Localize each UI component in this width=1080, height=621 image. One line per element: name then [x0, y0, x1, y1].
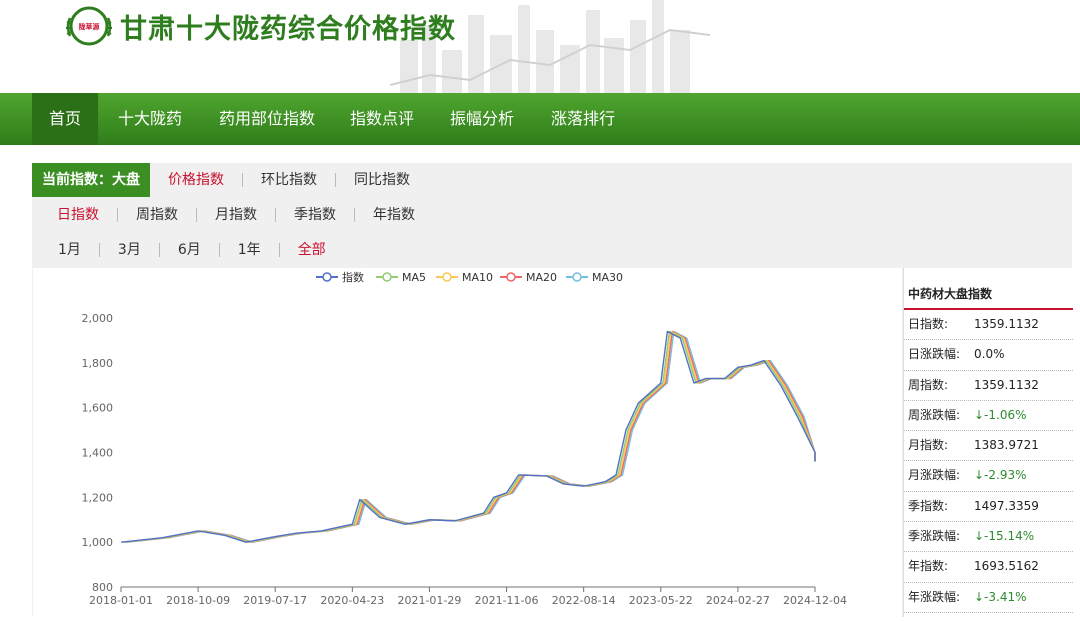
summary-label: 月涨跌幅: [908, 468, 961, 483]
option-weekly-index[interactable]: 周指数 [117, 208, 196, 222]
summary-row: 年涨跌幅: ↓-3.41% [904, 583, 1073, 613]
current-index-label: 当前指数：大盘 [32, 163, 150, 197]
x-tick-label: 2024-12-04 [783, 594, 847, 607]
summary-row: 季涨跌幅: ↓-15.14% [904, 522, 1073, 553]
summary-row: 日涨跌幅: 0.0% [904, 340, 1073, 371]
summary-label: 年指数: [908, 559, 949, 574]
svg-text:陇草源: 陇草源 [79, 22, 100, 31]
option-daily-index[interactable]: 日指数 [39, 208, 117, 222]
range-all[interactable]: 全部 [278, 243, 344, 257]
summary-value: 1693.5162 [974, 559, 1039, 574]
x-tick-label: 2020-04-23 [320, 594, 384, 607]
x-tick-label: 2021-01-29 [397, 594, 461, 607]
summary-label: 周涨跌幅: [908, 407, 961, 422]
series-line-index [120, 330, 816, 543]
index-type-row: 当前指数：大盘 价格指数 环比指数 同比指数 [32, 163, 428, 197]
legend-label: MA5 [402, 271, 426, 284]
legend-marker [442, 272, 452, 282]
summary-label: 日指数: [908, 317, 949, 331]
option-monthly-index[interactable]: 月指数 [196, 208, 275, 222]
summary-value: ↓-15.14% [974, 529, 1035, 544]
legend-label: MA30 [592, 271, 623, 284]
index-summary-panel: 中药材大盘指数 日指数: 1359.1132 日涨跌幅: 0.0% 周指数: 1359.1… [903, 268, 1073, 617]
summary-label: 季指数: [908, 498, 949, 513]
summary-row: 年指数: 1693.5162 [904, 552, 1073, 583]
logo-emblem-icon: 陇草源 [66, 6, 112, 46]
summary-value: ↓-2.93% [974, 468, 1027, 483]
series-line-ma [122, 330, 816, 543]
site-title: 甘肃十大陇药综合价格指数 [120, 14, 456, 45]
period-row: 日指数 周指数 月指数 季指数 年指数 [39, 199, 433, 231]
summary-label: 季涨跌幅: [908, 529, 961, 544]
option-yearly-index[interactable]: 年指数 [354, 208, 433, 222]
y-tick-label: 2,000 [82, 312, 114, 325]
x-tick-label: 2021-11-06 [475, 594, 539, 607]
option-price-index[interactable]: 价格指数 [150, 173, 242, 187]
x-tick-label: 2023-05-22 [629, 594, 693, 607]
summary-row: 日指数: 1359.1132 [904, 310, 1073, 341]
summary-row: 季指数: 1497.3359 [904, 492, 1073, 523]
summary-value: 1497.3359 [974, 498, 1039, 513]
summary-row: 周涨跌幅: ↓-1.06% [904, 401, 1073, 432]
legend-label: 指数 [342, 270, 364, 284]
nav-part-index[interactable]: 药用部位指数 [219, 93, 315, 145]
summary-label: 年涨跌幅: [908, 589, 961, 604]
option-chain-index[interactable]: 环比指数 [242, 173, 335, 187]
y-tick-label: 1,800 [82, 357, 114, 370]
summary-row: 月涨跌幅: ↓-2.93% [904, 461, 1073, 492]
chart-legend: 指数 MA5 MA10 MA20 MA30 [316, 270, 623, 284]
y-axis: 800 1,000 1,200 1,400 1,600 1,800 2,000 [82, 312, 114, 594]
site-header: 陇草源 甘肃十大陇药综合价格指数 [0, 0, 1080, 93]
nav-top-ten-herbs[interactable]: 十大陇药 [118, 93, 182, 145]
summary-label: 日涨跌幅: [908, 347, 961, 362]
y-tick-label: 1,400 [82, 447, 114, 460]
option-yoy-index[interactable]: 同比指数 [335, 173, 428, 187]
nav-change-ranking[interactable]: 涨落排行 [551, 93, 615, 145]
summary-title: 中药材大盘指数 [904, 268, 1073, 310]
series-line-ma [125, 330, 816, 543]
summary-label: 周指数: [908, 377, 949, 392]
summary-value: ↓-1.06% [974, 407, 1027, 422]
y-tick-label: 800 [92, 581, 113, 594]
summary-value: 1359.1132 [974, 317, 1039, 331]
summary-value: ↓-3.41% [974, 589, 1027, 604]
chart-container[interactable]: 指数 MA5 MA10 MA20 MA30 800 1,000 1,200 1,400 1,60… [33, 268, 902, 617]
main-nav: 首页 十大陇药 药用部位指数 指数点评 振幅分析 涨落排行 [0, 93, 1080, 145]
price-index-chart[interactable]: 指数 MA5 MA10 MA20 MA30 800 1,000 1,200 1,400 1,60… [33, 268, 902, 617]
range-row: 1月 3月 6月 1年 全部 [40, 234, 344, 266]
series-lines [120, 330, 816, 543]
summary-row: 周指数: 1359.1132 [904, 371, 1073, 401]
nav-index-review[interactable]: 指数点评 [350, 93, 414, 145]
y-tick-label: 1,200 [82, 491, 114, 504]
x-tick-label: 2022-08-14 [552, 594, 616, 607]
summary-value: 0.0% [974, 347, 1005, 362]
legend-marker [322, 272, 332, 282]
x-tick-label: 2019-07-17 [243, 594, 307, 607]
option-quarterly-index[interactable]: 季指数 [275, 208, 354, 222]
series-line-ma [124, 330, 816, 543]
summary-value: 1383.9721 [974, 438, 1039, 453]
x-tick-label: 2018-10-09 [166, 594, 230, 607]
y-tick-label: 1,000 [82, 536, 114, 549]
nav-home[interactable]: 首页 [32, 93, 98, 145]
legend-marker [506, 272, 516, 282]
summary-label: 月指数: [908, 438, 949, 453]
x-axis: 2018-01-01 2018-10-09 2019-07-17 2020-04-23… [89, 586, 847, 607]
x-tick-label: 2018-01-01 [89, 594, 153, 607]
legend-marker [382, 272, 392, 282]
x-tick-label: 2024-02-27 [706, 594, 770, 607]
series-line-ma [127, 330, 816, 543]
legend-marker [572, 272, 582, 282]
range-3-months[interactable]: 3月 [98, 243, 159, 257]
nav-amplitude-analysis[interactable]: 振幅分析 [450, 93, 514, 145]
range-6-months[interactable]: 6月 [158, 243, 219, 257]
legend-label: MA10 [462, 271, 493, 284]
range-1-month[interactable]: 1月 [40, 243, 99, 257]
summary-value: 1359.1132 [974, 377, 1039, 392]
legend-label: MA20 [526, 271, 557, 284]
summary-row: 月指数: 1383.9721 [904, 431, 1073, 462]
range-1-year[interactable]: 1年 [218, 243, 279, 257]
y-tick-label: 1,600 [82, 402, 114, 415]
